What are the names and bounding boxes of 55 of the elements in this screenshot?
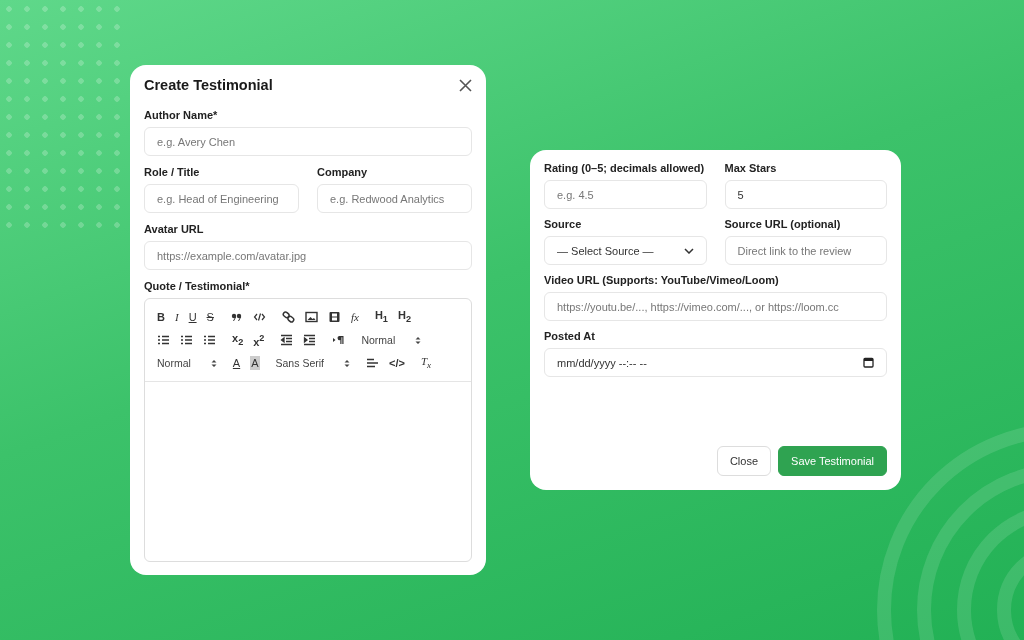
input-field[interactable]: Direct link to the review (724, 236, 887, 265)
bold-button[interactable]: B (157, 310, 165, 325)
field-label: Max Stars (724, 162, 778, 174)
close-icon[interactable] (459, 78, 472, 92)
toolbar-dropdown[interactable]: Normal (157, 357, 217, 370)
field-label: Avatar URL (144, 223, 205, 235)
input-field[interactable]: https://youtu.be/..., https://vimeo.com/..., or https://loom.cc (544, 292, 887, 321)
field-label: Posted At (544, 330, 596, 342)
input-field[interactable]: e.g. Avery Chen (144, 127, 472, 156)
updown-arrows-icon (415, 335, 422, 345)
rich-text-editor[interactable]: B I U S fx H$_{1}$ H$_{2}$ x$_{2}$ x$^{2}$ Normal Normal A A Sans Serif </> T$_{x}$ (144, 298, 472, 562)
field-label: Video URL (Supports: YouTube/Vimeo/Loom) (544, 274, 780, 286)
toolbar-dropdown[interactable]: Sans Serif (275, 357, 350, 370)
field-label: Company (317, 166, 369, 178)
calendar-icon (863, 357, 874, 368)
input-field[interactable]: https://example.com/avatar.jpg (144, 241, 472, 270)
quote-icon[interactable] (229, 311, 243, 324)
align-icon[interactable] (366, 357, 379, 370)
bullet-list-icon[interactable] (180, 334, 193, 347)
formula-button[interactable]: fx (350, 310, 359, 325)
select-dropdown[interactable]: — Select Source — (544, 236, 707, 265)
close-button[interactable]: Close (716, 446, 772, 476)
updown-arrows-icon (344, 358, 350, 368)
link-icon[interactable] (281, 311, 295, 324)
input-field[interactable]: e.g. Head of Engineering (144, 184, 299, 213)
field-label: Source URL (optional) (724, 218, 842, 230)
updown-arrows-icon (210, 358, 217, 368)
dialog-title: Create Testimonial (144, 77, 273, 93)
heading-button[interactable]: H$_{1}$ (374, 308, 388, 327)
field-label: Rating (0–5; decimals allowed) (544, 162, 706, 174)
image-icon[interactable] (304, 311, 318, 324)
code-block-button[interactable]: </> (389, 356, 405, 371)
highlight-color-button[interactable]: A (250, 356, 260, 371)
italic-button[interactable]: I (174, 310, 179, 325)
toolbar-dropdown[interactable]: Normal (361, 334, 422, 347)
script-button[interactable]: x$_{2}$ (232, 331, 244, 350)
indent-icon[interactable] (303, 334, 317, 347)
text-color-button[interactable]: A (232, 356, 241, 371)
chevron-down-icon (683, 247, 694, 254)
clear-format-button[interactable]: T$_{x}$ (420, 354, 432, 373)
field-label: Source (544, 218, 583, 230)
input-field[interactable]: e.g. 4.5 (544, 180, 707, 209)
heading-button[interactable]: H$_{2}$ (397, 308, 411, 327)
underline-button[interactable]: U (188, 310, 197, 325)
pilcrow-icon[interactable] (332, 334, 346, 347)
outdent-icon[interactable] (280, 334, 294, 347)
input-field[interactable]: e.g. Redwood Analytics (317, 184, 472, 213)
film-icon[interactable] (327, 311, 341, 324)
field-label: Author Name* (144, 109, 219, 121)
date-field[interactable]: mm/dd/yyyy --:-- -- (544, 348, 887, 377)
script-button[interactable]: x$^{2}$ (253, 331, 265, 350)
strikethrough-button[interactable]: S (206, 310, 214, 325)
field-label: Quote / Testimonial* (144, 280, 251, 292)
input-field[interactable]: 5 (724, 180, 887, 209)
field-label: Role / Title (144, 166, 201, 178)
